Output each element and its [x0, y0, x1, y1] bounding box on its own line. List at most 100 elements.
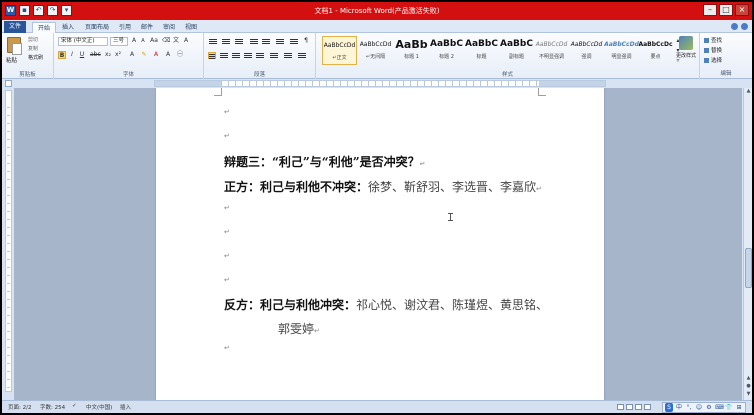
char-border-icon[interactable]: A — [182, 37, 190, 45]
vertical-scrollbar[interactable]: ▲ ▲ ● ▼ — [743, 88, 752, 400]
format-painter-button[interactable]: 格式刷 — [28, 54, 43, 61]
ime-punctuation[interactable]: °, — [685, 403, 693, 412]
style-subtle-emphasis[interactable]: AaBbCcDd 不明显强调 — [534, 36, 569, 65]
document-page[interactable]: ↵ ↵ 辩题三：“利己”与“利他”是否冲突？↵ 正方：利己与利他不冲突：徐梦、靳… — [156, 88, 604, 400]
change-case-icon[interactable]: Aa — [150, 37, 158, 45]
style-label: 明显强调 — [611, 54, 632, 60]
scroll-thumb[interactable] — [745, 248, 752, 288]
font-name-combo[interactable]: 宋体 (中文正) — [58, 37, 108, 46]
minimize-button[interactable]: – — [703, 4, 717, 16]
tab-references[interactable]: 引用 — [114, 22, 136, 33]
paste-icon[interactable] — [7, 37, 22, 55]
underline-button[interactable]: U — [78, 51, 86, 59]
ime-menu-icon[interactable]: ⊞ — [735, 403, 743, 412]
maximize-button[interactable]: □ — [719, 4, 733, 16]
text-effect-icon[interactable]: A — [128, 51, 136, 59]
horizontal-ruler[interactable] — [154, 80, 606, 87]
align-right-button[interactable] — [232, 52, 240, 59]
copy-button[interactable]: 复制 — [28, 45, 38, 52]
ime-chinese-mode[interactable]: 中 — [675, 403, 683, 412]
char-shading-icon[interactable]: A — [164, 51, 172, 59]
justify-button[interactable] — [244, 52, 252, 59]
ime-emoji-icon[interactable]: ☺ — [695, 403, 703, 412]
browse-object-icon[interactable]: ● — [745, 383, 752, 390]
align-center-button[interactable] — [220, 52, 228, 59]
superscript-button[interactable]: x² — [114, 51, 122, 59]
web-layout-view-icon[interactable] — [635, 404, 642, 410]
paragraph-mark: ↵ — [224, 344, 230, 352]
tab-file[interactable]: 文件 — [4, 21, 27, 33]
tab-mailings[interactable]: 邮件 — [136, 22, 158, 33]
chinese-layout-icon[interactable] — [276, 38, 284, 45]
bullets-icon[interactable] — [209, 38, 217, 45]
phonetic-guide-icon[interactable]: 文 — [172, 37, 180, 45]
insert-mode[interactable]: 插入 — [120, 403, 131, 411]
cut-button[interactable]: 剪切 — [28, 36, 38, 43]
replace-button[interactable]: 替换 — [704, 46, 722, 54]
word-count[interactable]: 字数: 254 — [40, 403, 65, 411]
full-screen-view-icon[interactable] — [626, 404, 633, 410]
style-emphasis[interactable]: AaBbCcDd 强调 — [569, 36, 604, 65]
style-no-spacing[interactable]: AaBbCcDd ↵无间隔 — [358, 36, 393, 65]
line-spacing-icon[interactable] — [270, 52, 278, 59]
vertical-ruler[interactable] — [5, 90, 12, 392]
language-indicator[interactable]: 中文(中国) — [86, 403, 112, 411]
font-size-combo[interactable]: 三号 — [110, 37, 128, 46]
style-normal[interactable]: AaBbCcDd ↵正文 — [322, 36, 357, 65]
ime-logo-icon[interactable]: S — [665, 403, 673, 412]
tab-home[interactable]: 开始 — [32, 22, 57, 33]
change-styles-button[interactable]: 更改样式 — [674, 36, 698, 70]
ime-keyboard-icon[interactable]: ⌨ — [715, 403, 724, 412]
close-button[interactable]: × — [735, 4, 749, 16]
proofing-icon[interactable]: ✓ — [72, 403, 77, 409]
tab-insert[interactable]: 插入 — [57, 22, 79, 33]
clear-format-icon[interactable]: ⌫ — [162, 37, 170, 45]
outline-view-icon[interactable] — [644, 404, 651, 410]
paragraph-group-label: 段落 — [253, 72, 265, 78]
show-marks-icon[interactable]: ¶ — [302, 37, 310, 45]
subscript-button[interactable]: x₂ — [104, 51, 112, 59]
con-side-names-continued: 郭雯婷 — [278, 322, 315, 336]
select-button[interactable]: 选择 — [704, 56, 722, 64]
ruler-right-margin — [539, 81, 605, 86]
tab-page-layout[interactable]: 页面布局 — [80, 22, 114, 33]
shrink-font-icon[interactable]: A — [139, 37, 147, 45]
style-heading-1[interactable]: AaBb 标题 1 — [394, 36, 429, 65]
highlight-icon[interactable]: ✎ — [140, 51, 148, 59]
enclose-char-icon[interactable]: ㊀ — [176, 51, 184, 59]
style-strong[interactable]: AaBbCcDc 要点 — [638, 36, 673, 65]
paste-button[interactable]: 粘贴 — [6, 56, 17, 64]
find-button[interactable]: 查找 — [704, 36, 722, 44]
document-area: ↵ ↵ 辩题三：“利己”与“利他”是否冲突？↵ 正方：利己与利他不冲突：徐梦、靳… — [14, 88, 742, 400]
decrease-indent-icon[interactable] — [250, 38, 258, 45]
style-intense-emphasis[interactable]: AaBbCcDd 明显强调 — [604, 36, 639, 65]
font-color-icon[interactable]: A — [152, 51, 160, 59]
tab-view[interactable]: 视图 — [180, 22, 202, 33]
sort-icon[interactable] — [290, 38, 298, 45]
next-page-icon[interactable]: ▼ — [745, 391, 752, 398]
tab-review[interactable]: 审阅 — [158, 22, 180, 33]
shading-icon[interactable] — [284, 52, 292, 59]
bold-button[interactable]: B — [58, 51, 66, 59]
grow-font-icon[interactable]: A — [130, 37, 138, 45]
style-heading-2[interactable]: AaBbC 标题 2 — [429, 36, 464, 65]
distributed-button[interactable] — [256, 52, 264, 59]
style-title[interactable]: AaBbC 标题 — [464, 36, 499, 65]
ime-settings-icon[interactable]: ⚙ — [705, 403, 713, 412]
minimize-ribbon-icon[interactable] — [731, 23, 738, 30]
prev-page-icon[interactable]: ▲ — [745, 375, 752, 382]
strikethrough-button[interactable]: abc — [90, 51, 101, 59]
print-layout-view-icon[interactable] — [617, 404, 624, 410]
borders-icon[interactable] — [298, 52, 306, 59]
style-subtitle[interactable]: AaBbC 副标题 — [499, 36, 534, 65]
scroll-up-icon[interactable]: ▲ — [745, 88, 752, 95]
ime-skin-icon[interactable]: 👕 — [725, 403, 733, 412]
increase-indent-icon[interactable] — [262, 38, 270, 45]
page-count[interactable]: 页面: 2/2 — [8, 403, 31, 411]
help-icon[interactable] — [741, 23, 748, 30]
tab-selector[interactable] — [5, 80, 12, 87]
italic-button[interactable]: I — [68, 51, 76, 59]
numbering-icon[interactable] — [222, 38, 230, 45]
multilevel-list-icon[interactable] — [235, 38, 243, 45]
align-left-button[interactable] — [208, 52, 216, 59]
